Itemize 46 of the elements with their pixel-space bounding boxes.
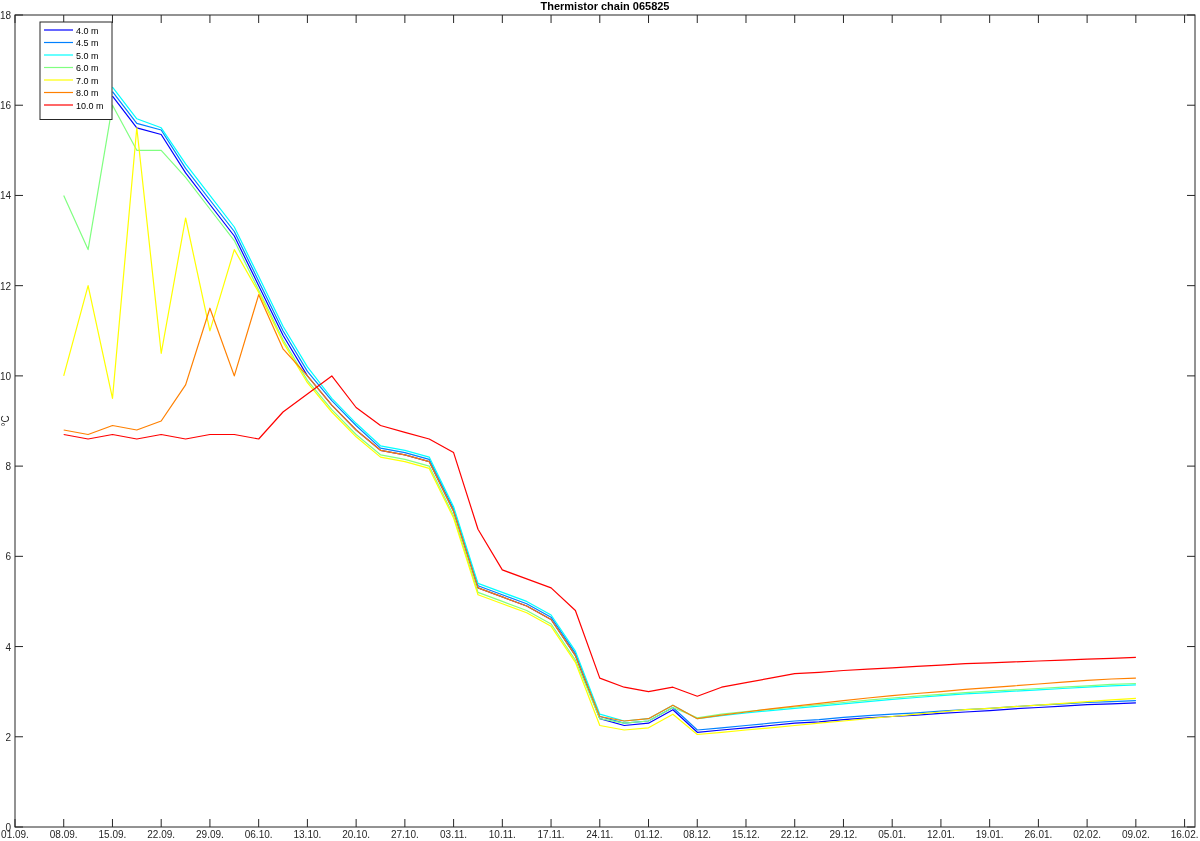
tick-label: 20.10. (342, 829, 371, 840)
legend-label: 10.0 m (76, 100, 104, 111)
tick-label: 02.02. (1073, 829, 1102, 840)
tick-label: 15.12. (732, 829, 760, 840)
tick-label: 29.12. (829, 829, 858, 840)
tick-label: 12.01. (927, 829, 955, 840)
tick-label: 08.09. (49, 829, 78, 840)
tick-label: 13.10. (293, 829, 322, 840)
tick-label: 05.01. (878, 829, 907, 840)
legend-swatch (43, 91, 74, 94)
tick-label: 22.09. (147, 829, 176, 840)
tick-label: 4 (5, 641, 11, 653)
tick-label: 06.10. (244, 829, 273, 840)
tick-label: 26.01. (1024, 829, 1053, 840)
chart-title: Thermistor chain 065825 (540, 0, 670, 12)
tick-label: 08.12. (683, 829, 712, 840)
legend-label: 5.0 m (76, 50, 99, 61)
tick-label: 8 (5, 461, 11, 473)
tick-label: 14 (0, 190, 11, 202)
tick-label: 27.10. (390, 829, 419, 840)
legend-label: 8.0 m (76, 88, 99, 98)
tick-label: 16.02. (1170, 829, 1199, 840)
tick-label: 19.01. (975, 829, 1004, 840)
tick-label: 24.11. (586, 829, 614, 840)
tick-label: 2 (5, 731, 11, 743)
legend-swatch (43, 66, 74, 69)
tick-label: 15.09. (98, 829, 127, 840)
tick-label: 01.09. (1, 829, 29, 840)
tick-label: 29.09. (196, 829, 224, 840)
legend-label: 6.0 m (76, 63, 99, 73)
legend-swatch (43, 41, 74, 44)
tick-label: 01.12. (634, 829, 663, 840)
legend-label: 4.0 m (76, 25, 99, 36)
axis-label: °C (0, 415, 11, 427)
tick-label: 18 (0, 10, 11, 21)
tick-label: 6 (5, 551, 11, 563)
tick-label: 22.12. (780, 829, 809, 840)
tick-label: 03.11. (440, 829, 468, 840)
tick-label: 10 (0, 370, 11, 382)
tick-label: 12 (0, 280, 11, 292)
legend-label: 7.0 m (76, 75, 99, 86)
tick-label: 09.02. (1121, 829, 1150, 840)
tick-label: 16 (0, 100, 11, 112)
tick-label: 17.11. (537, 829, 565, 840)
legend-label: 4.5 m (76, 38, 99, 48)
tick-label: 10.11. (488, 829, 516, 840)
